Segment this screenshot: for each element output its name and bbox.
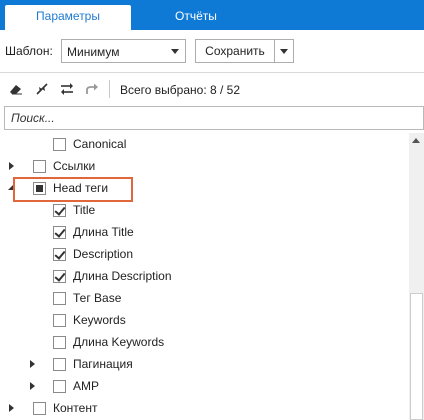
checkbox[interactable] — [53, 314, 66, 327]
eraser-icon[interactable] — [8, 81, 24, 97]
checkbox[interactable] — [53, 336, 66, 349]
tree-item-label: Title — [73, 203, 96, 217]
tree-item-description[interactable]: Description — [0, 243, 408, 265]
tree-item-pagination[interactable]: Пагинация — [0, 353, 408, 375]
tree-item-label: Длина Title — [73, 225, 134, 239]
tree-item-label: Тег Base — [73, 291, 122, 305]
checkbox[interactable] — [53, 226, 66, 239]
collapse-icon[interactable] — [34, 81, 50, 97]
scrollbar-thumb[interactable] — [410, 293, 423, 420]
tree-item-keywords-length[interactable]: Длина Keywords — [0, 331, 408, 353]
toolbar-separator — [109, 80, 110, 98]
chevron-right-icon[interactable] — [9, 162, 14, 170]
selected-count: Всего выбрано: 8 / 52 — [120, 83, 241, 97]
parameters-tree: Canonical Ссылки Head теги Title Длина T… — [0, 133, 408, 420]
tree-item-description-length[interactable]: Длина Description — [0, 265, 408, 287]
scroll-up-icon[interactable] — [412, 138, 420, 143]
checkbox[interactable] — [53, 380, 66, 393]
checkbox[interactable] — [53, 270, 66, 283]
chevron-down-icon — [280, 49, 288, 54]
checkbox[interactable] — [53, 292, 66, 305]
checkbox[interactable] — [53, 248, 66, 261]
template-toolbar: Шаблон: Минимум Сохранить — [0, 30, 424, 72]
chevron-right-icon[interactable] — [9, 404, 14, 412]
vertical-scrollbar[interactable] — [409, 133, 424, 420]
chevron-right-icon[interactable] — [30, 382, 35, 390]
search-box[interactable] — [4, 106, 424, 130]
tree-item-title-length[interactable]: Длина Title — [0, 221, 408, 243]
checkbox[interactable] — [53, 358, 66, 371]
actions-row: Всего выбрано: 8 / 52 — [0, 76, 424, 102]
tab-reports[interactable]: Отчёты — [146, 5, 246, 30]
tree-item-label: Head теги — [53, 181, 109, 195]
tree-item-base-tag[interactable]: Тег Base — [0, 287, 408, 309]
tab-parameters[interactable]: Параметры — [5, 5, 131, 30]
tree-item-label: Canonical — [73, 137, 127, 151]
tree-item-label: AMP — [73, 379, 100, 393]
checkbox[interactable] — [53, 138, 66, 151]
search-input[interactable] — [5, 107, 423, 129]
tree-item-label: Длина Description — [73, 269, 172, 283]
template-label: Шаблон: — [5, 44, 53, 58]
tree-item-label: Description — [73, 247, 134, 261]
tab-bar: Параметры Отчёты — [0, 0, 424, 30]
tree-item-links[interactable]: Ссылки — [0, 155, 408, 177]
swap-icon[interactable] — [59, 81, 75, 97]
tree-item-label: Длина Keywords — [73, 335, 165, 349]
tree-item-label: Контент — [53, 401, 98, 415]
chevron-down-icon[interactable] — [8, 185, 13, 190]
checkbox[interactable] — [33, 402, 46, 415]
tree-item-amp[interactable]: AMP — [0, 375, 408, 397]
tree-item-canonical[interactable]: Canonical — [0, 133, 408, 155]
save-button[interactable]: Сохранить — [195, 39, 275, 63]
tree-item-content[interactable]: Контент — [0, 397, 408, 419]
template-select[interactable]: Минимум — [61, 39, 186, 63]
tree-item-keywords[interactable]: Keywords — [0, 309, 408, 331]
save-dropdown-button[interactable] — [275, 39, 294, 63]
tree-item-label: Keywords — [73, 313, 126, 327]
tree-item-head-tags[interactable]: Head теги — [0, 177, 408, 199]
tree-item-title[interactable]: Title — [0, 199, 408, 221]
divider — [0, 72, 424, 73]
checkbox[interactable] — [53, 204, 66, 217]
template-select-value: Минимум — [67, 45, 120, 59]
checkbox[interactable] — [33, 160, 46, 173]
chevron-right-icon[interactable] — [30, 360, 35, 368]
checkbox[interactable] — [33, 182, 46, 195]
redo-icon[interactable] — [84, 81, 100, 97]
tree-item-label: Пагинация — [73, 357, 133, 371]
chevron-down-icon — [171, 49, 179, 54]
tree-item-label: Ссылки — [53, 159, 96, 173]
